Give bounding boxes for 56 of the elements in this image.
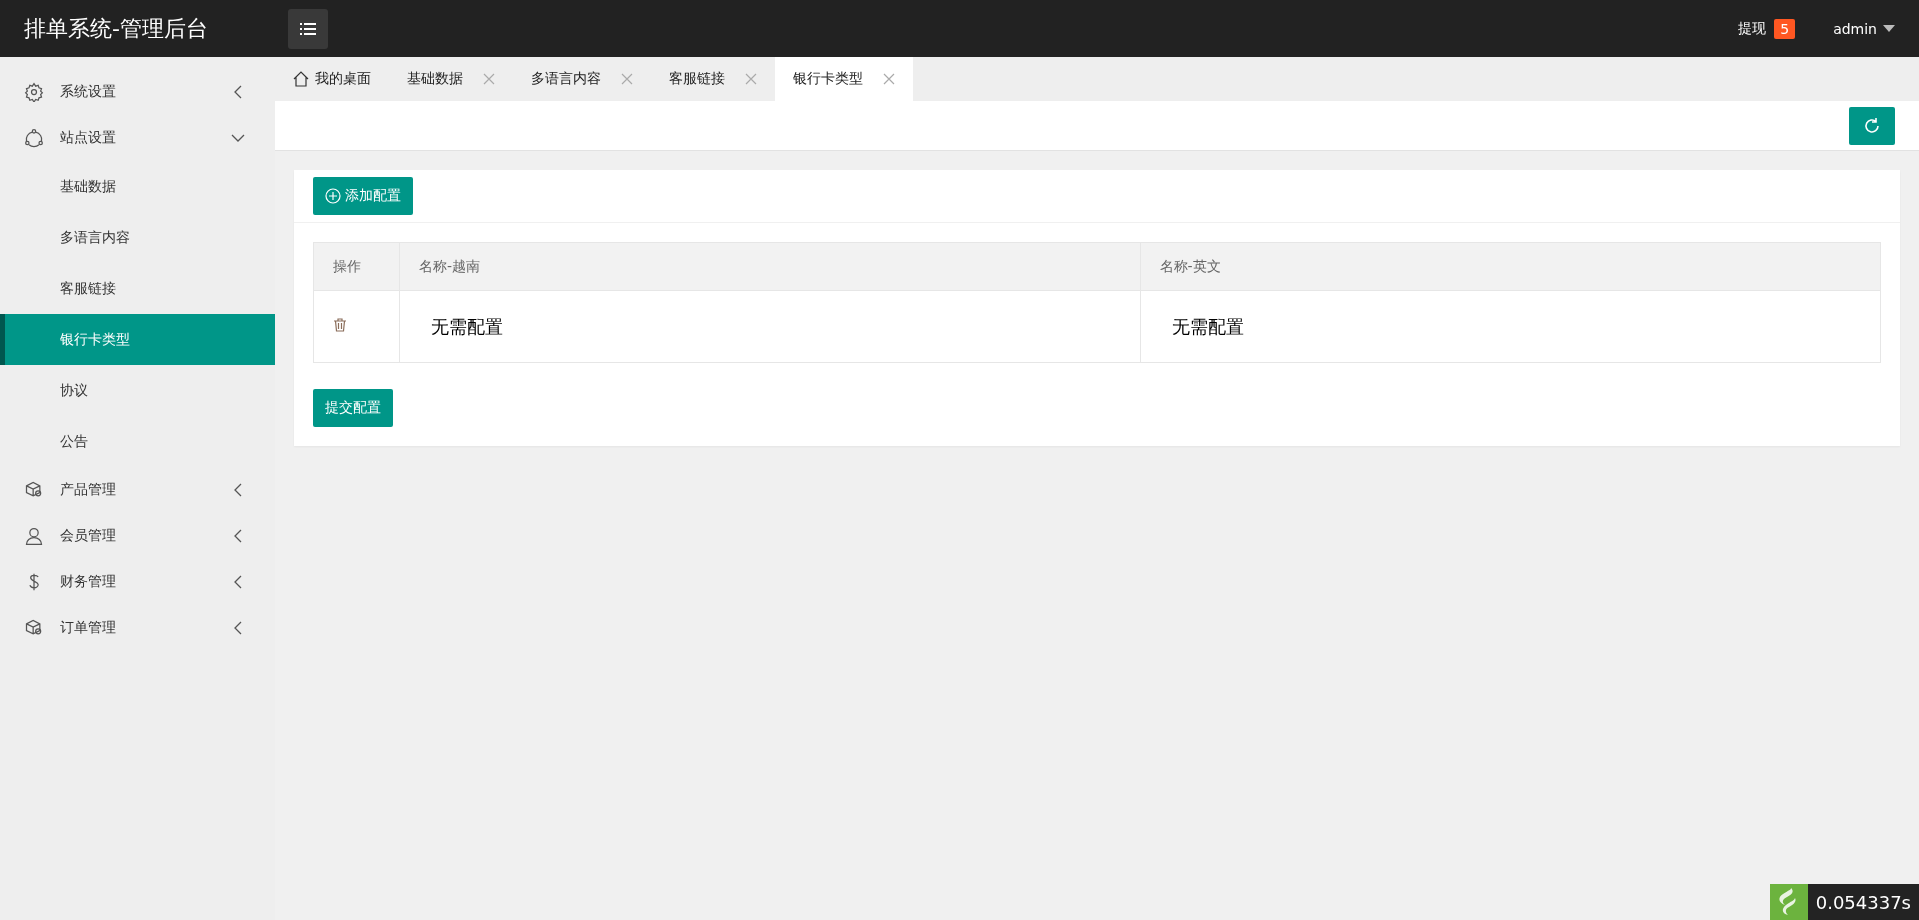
sidebar-label: 订单管理	[60, 619, 116, 637]
sidebar-item[interactable]: 会员管理	[0, 513, 275, 559]
tab-label: 基础数据	[407, 70, 463, 88]
sidebar-subitem[interactable]: 协议	[0, 365, 275, 416]
close-icon[interactable]	[745, 73, 757, 85]
close-icon[interactable]	[621, 73, 633, 85]
sidebar-item[interactable]: 站点设置	[0, 115, 275, 161]
add-config-button[interactable]: 添加配置	[313, 177, 413, 215]
sidebar-label: 站点设置	[60, 129, 116, 147]
submit-config-button[interactable]: 提交配置	[313, 389, 393, 427]
column-header: 操作	[313, 242, 400, 291]
tab-label: 客服链接	[669, 70, 725, 88]
home-icon	[293, 71, 309, 87]
trace-time[interactable]: 0.054337s	[1807, 884, 1919, 920]
sidebar-subitem[interactable]: 多语言内容	[0, 212, 275, 263]
refresh-button[interactable]	[1849, 106, 1895, 145]
tab-label: 我的桌面	[315, 70, 371, 88]
menu-button[interactable]	[288, 8, 328, 49]
column-header: 名称-英文	[1140, 242, 1881, 291]
plus-circle-icon	[325, 188, 341, 204]
flame-logo-icon[interactable]	[1769, 884, 1808, 920]
sidebar-subitem[interactable]: 客服链接	[0, 263, 275, 314]
menu-icon	[300, 22, 316, 35]
sidebar-item[interactable]: 产品管理	[0, 467, 275, 513]
sidebar-item[interactable]: 财务管理	[0, 559, 275, 605]
caret-icon	[1883, 25, 1895, 32]
user-menu[interactable]: admin	[1833, 20, 1895, 37]
tab[interactable]: 银行卡类型	[775, 57, 913, 101]
count-badge: 5	[1774, 18, 1796, 39]
trash-icon[interactable]	[333, 318, 347, 332]
tab[interactable]: 多语言内容	[513, 57, 651, 101]
name-value: 无需配置	[1170, 315, 1245, 337]
sidebar-subitem[interactable]: 基础数据	[0, 161, 275, 212]
sidebar-label: 会员管理	[60, 527, 116, 545]
sidebar-subitem[interactable]: 银行卡类型	[0, 314, 275, 365]
sidebar-item[interactable]: 系统设置	[0, 69, 275, 115]
sidebar-label: 财务管理	[60, 573, 116, 591]
user-icon	[24, 526, 44, 546]
tab-label: 银行卡类型	[793, 70, 863, 88]
gear-icon	[24, 82, 44, 102]
app-title: 排单系统-管理后台	[24, 14, 209, 43]
withdraw-link[interactable]: 提现	[1738, 19, 1767, 38]
close-icon[interactable]	[483, 73, 495, 85]
sidebar-subitem[interactable]: 公告	[0, 416, 275, 467]
tab[interactable]: 基础数据	[389, 57, 513, 101]
column-header: 名称-越南	[399, 242, 1140, 291]
network-icon	[24, 128, 44, 148]
sidebar-label: 系统设置	[60, 83, 116, 101]
tab[interactable]: 客服链接	[651, 57, 775, 101]
close-icon[interactable]	[883, 73, 895, 85]
tab-label: 多语言内容	[531, 70, 601, 88]
refresh-icon	[1863, 116, 1881, 135]
sidebar-item[interactable]: 订单管理	[0, 605, 275, 651]
sidebar-label: 产品管理	[60, 481, 116, 499]
tab[interactable]: 我的桌面	[275, 57, 389, 101]
name-value: 无需配置	[430, 315, 504, 337]
